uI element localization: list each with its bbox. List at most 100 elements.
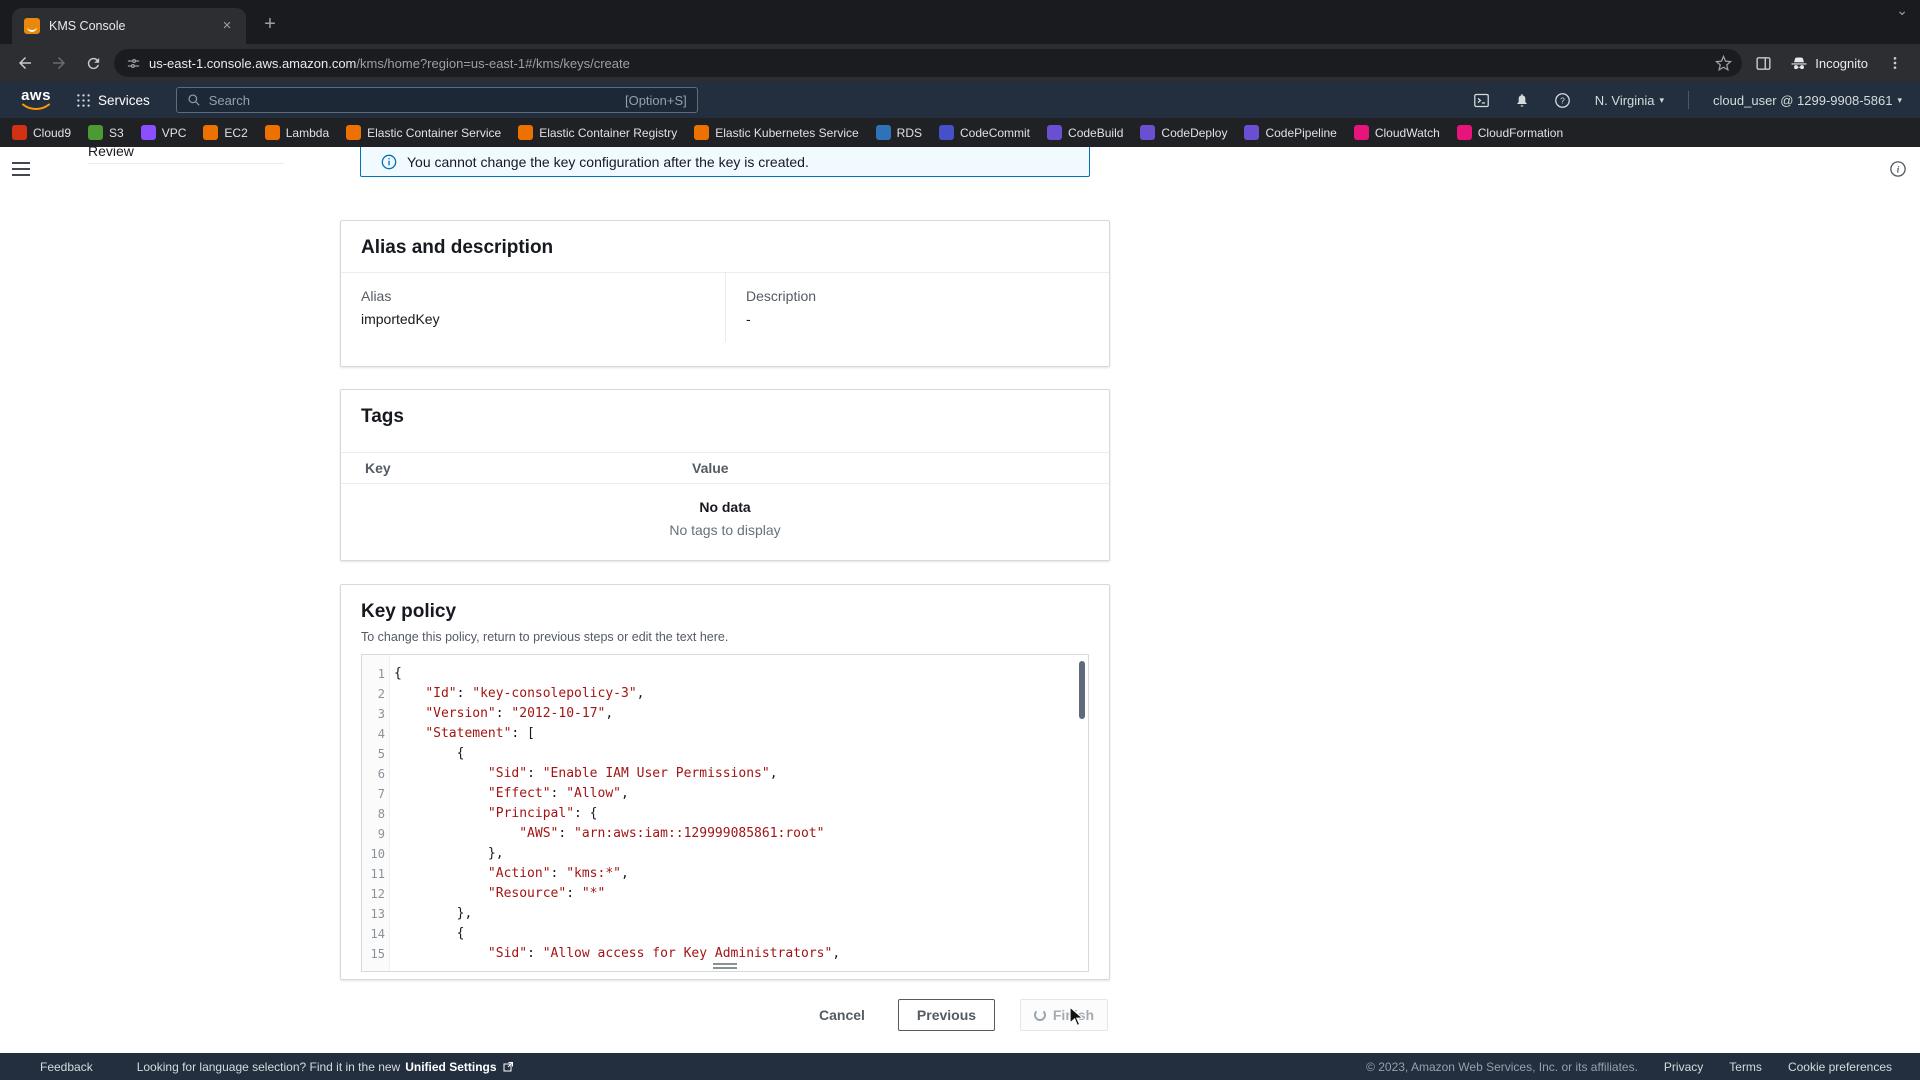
incognito-label: Incognito [1815, 56, 1868, 71]
line-number: 7 [362, 784, 385, 804]
wizard-step-review[interactable]: Review [88, 143, 134, 159]
bookmark-codedeploy[interactable]: CodeDeploy [1140, 125, 1227, 140]
line-number: 5 [362, 744, 385, 764]
page-content: Review i You cannot change the key confi… [0, 147, 1920, 1053]
new-tab-button[interactable]: + [258, 13, 282, 37]
editor-scrollbar-thumb[interactable] [1079, 661, 1085, 719]
help-icon[interactable]: ? [1554, 92, 1571, 109]
url-path: /kms/home?region=us-east-1#/kms/keys/cre… [356, 56, 629, 71]
browser-tab[interactable]: KMS Console × [12, 8, 246, 44]
line-text: }, [385, 904, 472, 924]
line-number: 3 [362, 704, 385, 724]
bookmark-label: EC2 [224, 126, 247, 140]
bookmark-favicon [1354, 125, 1369, 140]
privacy-link[interactable]: Privacy [1664, 1060, 1703, 1074]
bookmark-label: Elastic Kubernetes Service [715, 126, 858, 140]
cookie-preferences-link[interactable]: Cookie preferences [1788, 1060, 1892, 1074]
bookmark-label: S3 [109, 126, 124, 140]
line-number: 10 [362, 844, 385, 864]
code-line: 14 { [362, 924, 1088, 944]
line-number: 6 [362, 764, 385, 784]
search-shortcut-hint: [Option+S] [625, 93, 687, 108]
tab-favicon [24, 18, 40, 34]
bookmarks-bar: Cloud9 S3 VPC EC2 Lambda Elastic Container Se… [0, 118, 1920, 147]
card-title: Alias and description [361, 237, 1089, 259]
region-label: N. Virginia [1595, 93, 1655, 108]
notifications-bell-icon[interactable] [1514, 92, 1530, 108]
bookmark-codebuild[interactable]: CodeBuild [1047, 125, 1123, 140]
incognito-icon [1790, 54, 1808, 72]
cancel-button[interactable]: Cancel [806, 999, 878, 1031]
bookmark-label: CloudFormation [1478, 126, 1563, 140]
browser-menu-icon[interactable] [1882, 50, 1908, 76]
tags-table-header: Key Value [341, 452, 1109, 484]
line-number: 4 [362, 724, 385, 744]
policy-code-editor[interactable]: 1{2 "Id": "key-consolepolicy-3",3 "Versi… [361, 654, 1089, 972]
bookmark-label: CodeBuild [1068, 126, 1123, 140]
site-info-icon[interactable] [126, 56, 141, 71]
code-line: 10 }, [362, 844, 1088, 864]
bookmark-cloudformation[interactable]: CloudFormation [1457, 125, 1563, 140]
editor-resize-handle[interactable] [713, 961, 737, 969]
bookmark-label: Lambda [286, 126, 329, 140]
tab-close-icon[interactable]: × [218, 17, 236, 35]
bookmark-cloud9[interactable]: Cloud9 [12, 125, 71, 140]
empty-state-subtitle: No tags to display [341, 522, 1109, 538]
bookmark-favicon [518, 125, 533, 140]
region-selector[interactable]: N. Virginia ▾ [1595, 93, 1664, 108]
side-nav-toggle-icon[interactable] [12, 162, 30, 180]
copyright-text: © 2023, Amazon Web Services, Inc. or its… [1366, 1060, 1638, 1074]
cloudshell-icon[interactable] [1473, 92, 1490, 109]
console-search-input[interactable]: Search [Option+S] [176, 87, 698, 113]
bookmark-star-icon[interactable] [1715, 55, 1732, 72]
back-button[interactable] [12, 50, 38, 76]
bookmark-rds[interactable]: RDS [876, 125, 922, 140]
bookmark-s3[interactable]: S3 [88, 125, 124, 140]
info-icon [381, 154, 397, 170]
bookmark-codepipeline[interactable]: CodePipeline [1244, 125, 1336, 140]
services-menu[interactable]: Services [76, 93, 150, 108]
reload-button[interactable] [80, 50, 106, 76]
previous-button[interactable]: Previous [898, 999, 995, 1031]
bookmark-elastic-container-service[interactable]: Elastic Container Service [346, 125, 501, 140]
code-line: 13 }, [362, 904, 1088, 924]
bookmark-label: CloudWatch [1375, 126, 1440, 140]
aws-logo[interactable]: aws [18, 89, 54, 111]
bookmark-label: Cloud9 [33, 126, 71, 140]
side-panel-icon[interactable] [1750, 50, 1776, 76]
alias-label: Alias [361, 288, 705, 304]
window-chevron-icon[interactable]: ⌄ [1896, 2, 1908, 19]
line-text: "AWS": "arn:aws:iam::129999085861:root" [385, 824, 824, 844]
feedback-button[interactable]: Feedback [40, 1060, 93, 1074]
address-bar[interactable]: us-east-1.console.aws.amazon.com/kms/hom… [114, 49, 1742, 77]
aws-console-header: aws Services Search [Option+S] ? [0, 82, 1920, 118]
mouse-cursor [1068, 1006, 1084, 1033]
account-menu[interactable]: cloud_user @ 1299-9908-5861 ▾ [1713, 93, 1902, 108]
bookmark-favicon [203, 125, 218, 140]
terms-link[interactable]: Terms [1729, 1060, 1762, 1074]
bookmark-favicon [1047, 125, 1062, 140]
account-label: cloud_user @ 1299-9908-5861 [1713, 93, 1892, 108]
bookmark-cloudwatch[interactable]: CloudWatch [1354, 125, 1440, 140]
finish-button[interactable]: Finish [1020, 999, 1108, 1031]
bookmark-lambda[interactable]: Lambda [265, 125, 329, 140]
line-number: 12 [362, 884, 385, 904]
line-text: "Resource": "*" [385, 884, 605, 904]
line-text: "Action": "kms:*", [385, 864, 629, 884]
bookmark-elastic-kubernetes-service[interactable]: Elastic Kubernetes Service [694, 125, 858, 140]
card-title: Tags [361, 406, 1089, 428]
description-label: Description [746, 288, 1089, 304]
bookmark-ec2[interactable]: EC2 [203, 125, 247, 140]
line-number: 11 [362, 864, 385, 884]
info-panel-icon[interactable]: i [1889, 160, 1907, 183]
bookmark-vpc[interactable]: VPC [141, 125, 187, 140]
bookmark-label: CodePipeline [1265, 126, 1336, 140]
bookmark-elastic-container-registry[interactable]: Elastic Container Registry [518, 125, 677, 140]
line-text: }, [385, 844, 504, 864]
policy-editor-lines: 1{2 "Id": "key-consolepolicy-3",3 "Versi… [362, 655, 1088, 964]
unified-settings-link[interactable]: Unified Settings [405, 1060, 496, 1074]
forward-button[interactable] [46, 50, 72, 76]
bookmark-favicon [346, 125, 361, 140]
search-icon [187, 93, 201, 107]
bookmark-codecommit[interactable]: CodeCommit [939, 125, 1030, 140]
